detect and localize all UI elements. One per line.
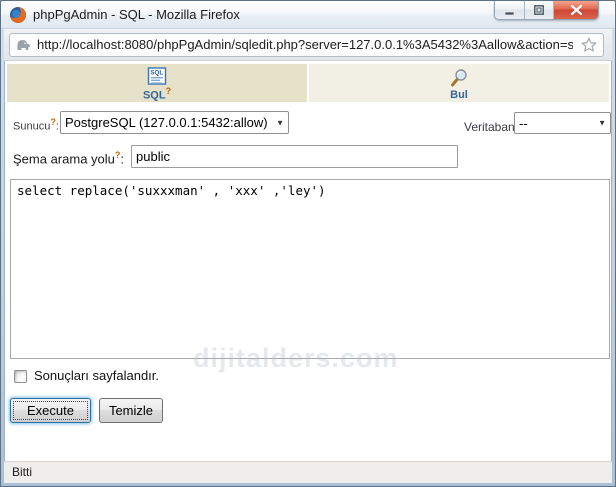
tab-sql-label: SQL? (143, 86, 171, 102)
schema-label-colon: : (120, 151, 124, 166)
clear-button[interactable]: Temizle (99, 398, 163, 423)
server-select-value: PostgreSQL (127.0.0.1:5432:allow) (65, 115, 268, 130)
server-label: Sunucu?: (13, 117, 59, 133)
status-bar: Bitti (4, 461, 612, 483)
database-label-text: Veritabanı (464, 120, 518, 134)
browser-window: phpPgAdmin - SQL - Mozilla Firefox http:… (0, 0, 616, 487)
firefox-icon (9, 6, 27, 24)
magnifier-icon (449, 68, 469, 88)
sql-document-icon: SQL (147, 67, 167, 85)
paginate-checkbox[interactable] (14, 370, 27, 383)
maximize-button[interactable] (525, 1, 554, 19)
page-content: SQL SQL? Bul Sunucu?: PostgreSQL (127.0.… (4, 61, 612, 461)
title-bar: phpPgAdmin - SQL - Mozilla Firefox (1, 1, 615, 29)
postgresql-elephant-icon (15, 37, 31, 53)
server-label-colon: : (56, 121, 59, 133)
paginate-label: Sonuçları sayfalandır. (34, 368, 159, 383)
close-button[interactable] (554, 1, 598, 19)
server-select-arrow-icon: ▼ (276, 118, 284, 127)
tab-sql-text: SQL (143, 89, 166, 101)
execute-button[interactable]: Execute (10, 398, 91, 423)
status-text: Bitti (12, 462, 32, 483)
schema-label-text: Şema arama yolu (13, 151, 115, 166)
navigation-bar: http://localhost:8080/phpPgAdmin/sqledit… (4, 29, 612, 61)
bookmark-star-icon[interactable] (580, 36, 598, 54)
sql-help-link[interactable]: ? (166, 86, 172, 96)
server-label-text: Sunucu (13, 121, 50, 133)
schema-label: Şema arama yolu?: (13, 150, 124, 166)
tab-bul-label: Bul (450, 89, 468, 101)
tab-sql[interactable]: SQL SQL? (7, 64, 307, 102)
tab-bul[interactable]: Bul (309, 64, 609, 102)
sql-textarea[interactable]: select replace('suxxxman' , 'xxx' ,'ley'… (10, 179, 610, 359)
database-select-arrow-icon: ▼ (598, 119, 606, 128)
url-text[interactable]: http://localhost:8080/phpPgAdmin/sqledit… (37, 34, 573, 56)
schema-input[interactable] (131, 145, 458, 168)
svg-text:SQL: SQL (150, 69, 163, 76)
server-select[interactable]: PostgreSQL (127.0.0.1:5432:allow) ▼ (60, 111, 289, 134)
tab-bar: SQL SQL? Bul (7, 64, 609, 102)
window-controls (494, 1, 599, 20)
url-field[interactable]: http://localhost:8080/phpPgAdmin/sqledit… (9, 33, 604, 57)
database-select[interactable]: -- ▼ (514, 112, 611, 134)
minimize-button[interactable] (495, 1, 525, 19)
window-title: phpPgAdmin - SQL - Mozilla Firefox (33, 1, 240, 29)
database-select-value: -- (519, 116, 528, 131)
